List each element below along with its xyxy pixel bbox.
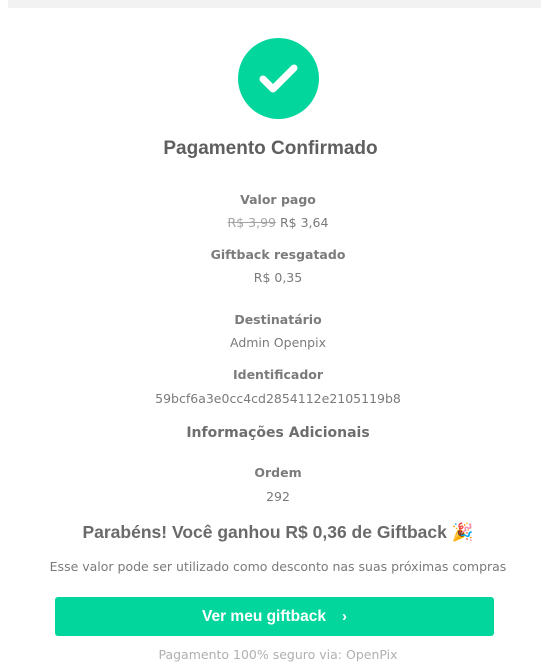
valor-pago-label: Valor pago (240, 192, 316, 207)
ordem-label: Ordem (254, 465, 302, 480)
ordem-value: 292 (266, 489, 290, 504)
identificador-label: Identificador (232, 367, 324, 382)
view-giftback-button[interactable]: Ver meu giftback › (55, 597, 494, 636)
additional-info-title: Informações Adicionais (186, 425, 370, 441)
giftback-resgatado-label: Giftback resgatado (210, 247, 346, 262)
identificador-value: 59bcf6a3e0cc4cd2854112e2105119b8 (155, 391, 401, 406)
party-popper-icon: 🎉 (451, 522, 474, 542)
top-strip (8, 0, 541, 8)
giftback-resgatado-value: R$ 0,35 (253, 270, 303, 285)
destinatario-label: Destinatário (234, 312, 322, 327)
page-title: Pagamento Confirmado (163, 138, 378, 159)
giftback-description: Esse valor pode ser utilizado como desco… (49, 559, 507, 574)
secure-payment-footer: Pagamento 100% seguro via: OpenPix (158, 647, 398, 662)
original-price: R$ 3,99 (227, 215, 276, 230)
giftback-congrats-text: Parabéns! Você ganhou R$ 0,36 de Giftbac… (82, 522, 447, 542)
success-check-icon (238, 38, 319, 119)
paid-price: R$ 3,64 (279, 215, 329, 230)
giftback-congrats: Parabéns! Você ganhou R$ 0,36 de Giftbac… (0, 519, 541, 545)
view-giftback-label: Ver meu giftback (201, 607, 327, 625)
valor-pago-value: R$ 3,99 R$ 3,64 (0, 214, 541, 232)
destinatario-value: Admin Openpix (229, 335, 326, 350)
chevron-right-icon: › (342, 608, 348, 625)
